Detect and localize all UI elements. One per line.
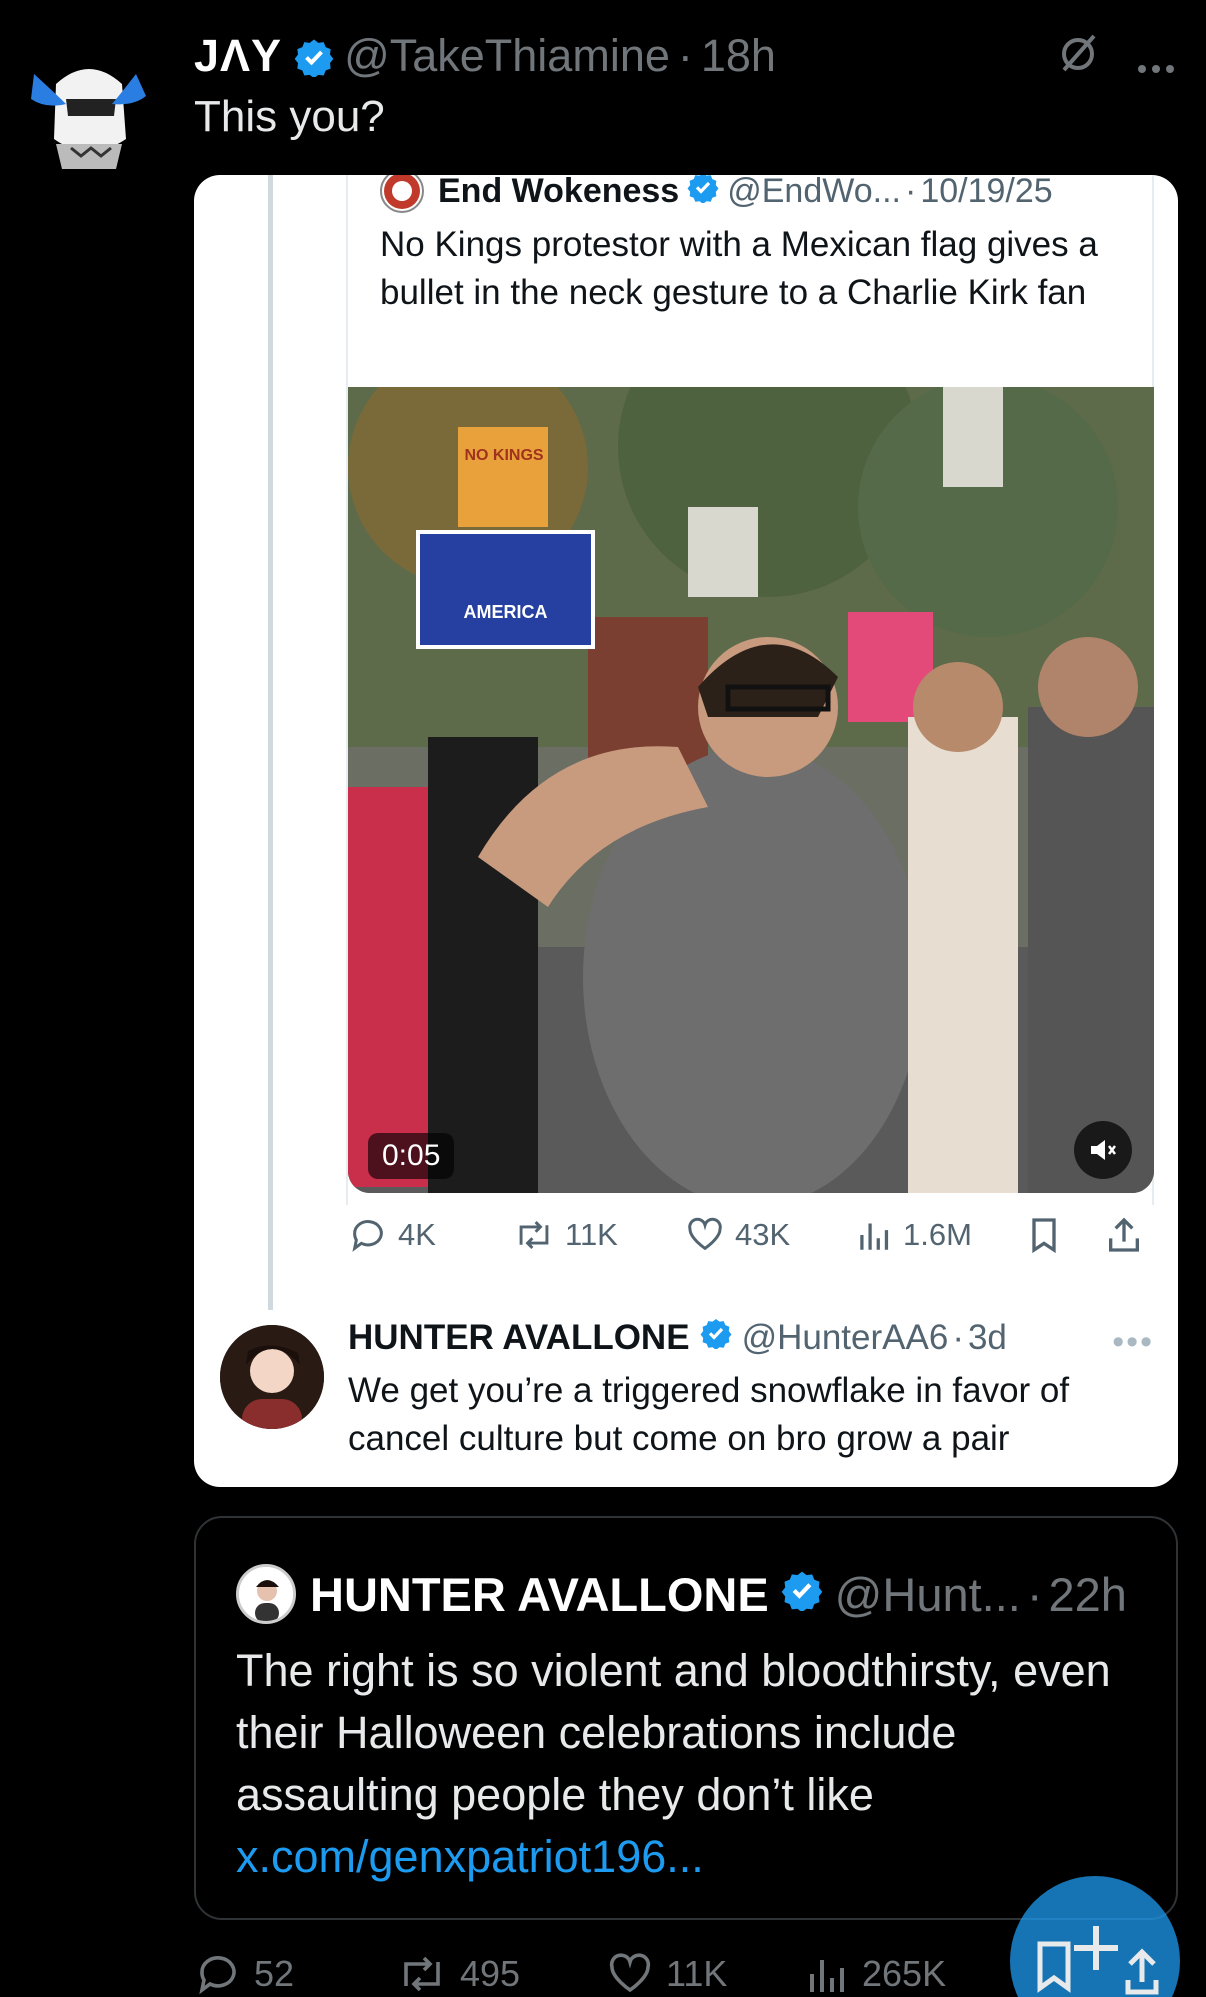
reply-author-name: HUNTER AVALLONE xyxy=(348,1317,690,1357)
quote-tweet-link[interactable]: x.com/genxpatriot196... xyxy=(236,1831,704,1882)
verified-badge-icon xyxy=(687,175,719,212)
repost-count: 11K xyxy=(565,1217,618,1252)
view-count: 1.6M xyxy=(903,1217,972,1252)
view-count: 265K xyxy=(862,1953,947,1994)
quote-tweet-body: The right is so violent and bloodthirsty… xyxy=(236,1645,1111,1820)
header-actions xyxy=(1056,32,1176,87)
verified-badge-icon xyxy=(294,36,334,79)
author-name[interactable]: JΛY xyxy=(194,30,282,82)
repost-icon xyxy=(519,1221,549,1249)
reply-author-handle: @HunterAA6 xyxy=(741,1317,949,1357)
quoted-author-handle: @EndWo... xyxy=(727,175,901,210)
thread-line xyxy=(268,175,273,1310)
reply-count: 4K xyxy=(398,1217,436,1252)
heart-icon xyxy=(688,1217,722,1251)
quote-tweet-card[interactable]: HUNTER AVALLONE @Hunt... · 22h The right… xyxy=(194,1516,1178,1920)
separator-dot: · xyxy=(952,1317,964,1357)
video-player: NO KINGS AMERICA 0:05 xyxy=(348,387,1154,1193)
reply-icon xyxy=(352,1220,383,1252)
repost-action: 11K xyxy=(513,1215,685,1255)
sign-text: NO KINGS xyxy=(464,447,544,464)
quoted-post-date: 10/19/25 xyxy=(920,175,1053,210)
views-icon xyxy=(810,1960,844,1992)
quote-tweet-text: The right is so violent and bloodthirsty… xyxy=(236,1640,1156,1888)
grok-icon[interactable] xyxy=(1056,32,1100,87)
quote-tweet-header: HUNTER AVALLONE @Hunt... · 22h xyxy=(236,1564,1127,1624)
repost-icon xyxy=(404,1956,440,1992)
more-options-icon[interactable] xyxy=(1136,34,1176,86)
author-handle[interactable]: @TakeThiamine xyxy=(344,30,670,82)
repost-button[interactable]: 495 xyxy=(396,1950,606,1997)
mute-icon xyxy=(1074,1121,1132,1179)
quoted-author-name: End Wokeness xyxy=(438,175,680,210)
sign-text: AMERICA xyxy=(463,602,548,622)
like-button[interactable]: 11K xyxy=(606,1950,806,1997)
quote-author-name[interactable]: HUNTER AVALLONE xyxy=(310,1567,769,1622)
separator-dot: · xyxy=(677,30,693,81)
separator-dot: · xyxy=(1026,1567,1043,1621)
share-icon xyxy=(1109,1217,1139,1252)
quoted-post-actions: 4K 11K 43K 1.6M xyxy=(348,1215,1154,1255)
reply-count: 52 xyxy=(254,1953,295,1994)
quoted-post-header: End Wokeness @EndWo... · 10/19/25 xyxy=(380,175,1053,213)
bookmark-icon xyxy=(1037,1941,1071,1993)
compose-button[interactable] xyxy=(1010,1876,1180,1997)
reply-author-avatar xyxy=(220,1325,324,1429)
heart-icon xyxy=(609,1953,651,1993)
quote-author-handle[interactable]: @Hunt... xyxy=(835,1567,1021,1622)
separator-dot: · xyxy=(904,175,917,210)
bookmark-icon xyxy=(1032,1218,1056,1254)
video-timestamp: 0:05 xyxy=(368,1133,455,1179)
plus-icon xyxy=(1074,1926,1118,1970)
like-count: 43K xyxy=(735,1217,791,1252)
repost-count: 495 xyxy=(460,1953,521,1994)
verified-badge-icon xyxy=(781,1567,823,1622)
reply-action: 4K xyxy=(348,1215,513,1255)
verified-badge-icon xyxy=(700,1317,732,1358)
views-action: 1.6M xyxy=(857,1215,1025,1255)
quoted-author-avatar xyxy=(380,175,424,213)
reply-header: HUNTER AVALLONE @HunterAA6 · 3d xyxy=(348,1317,1007,1358)
tweet-header: JΛY @TakeThiamine · 18h xyxy=(194,26,1176,86)
reply-time: 3d xyxy=(967,1317,1007,1357)
quoted-post-text: No Kings protestor with a Mexican flag g… xyxy=(380,225,1098,312)
tweet-text: This you? xyxy=(194,92,385,141)
reply-button[interactable]: 52 xyxy=(194,1950,396,1997)
attached-image[interactable]: End Wokeness @EndWo... · 10/19/25 No Kin… xyxy=(194,175,1178,1487)
author-avatar[interactable] xyxy=(26,44,152,174)
views-icon xyxy=(860,1223,889,1250)
reply-icon xyxy=(199,1956,236,1995)
quote-author-avatar[interactable] xyxy=(236,1564,296,1624)
quote-time[interactable]: 22h xyxy=(1049,1567,1127,1622)
share-icon xyxy=(1125,1948,1159,1995)
post-time[interactable]: 18h xyxy=(701,30,776,82)
views-button[interactable]: 265K xyxy=(806,1950,946,1997)
reply-text: We get you’re a triggered snowflake in f… xyxy=(348,1371,1070,1458)
like-count: 11K xyxy=(666,1953,728,1994)
more-options-icon: ••• xyxy=(1112,1323,1154,1361)
like-action: 43K xyxy=(685,1215,857,1255)
